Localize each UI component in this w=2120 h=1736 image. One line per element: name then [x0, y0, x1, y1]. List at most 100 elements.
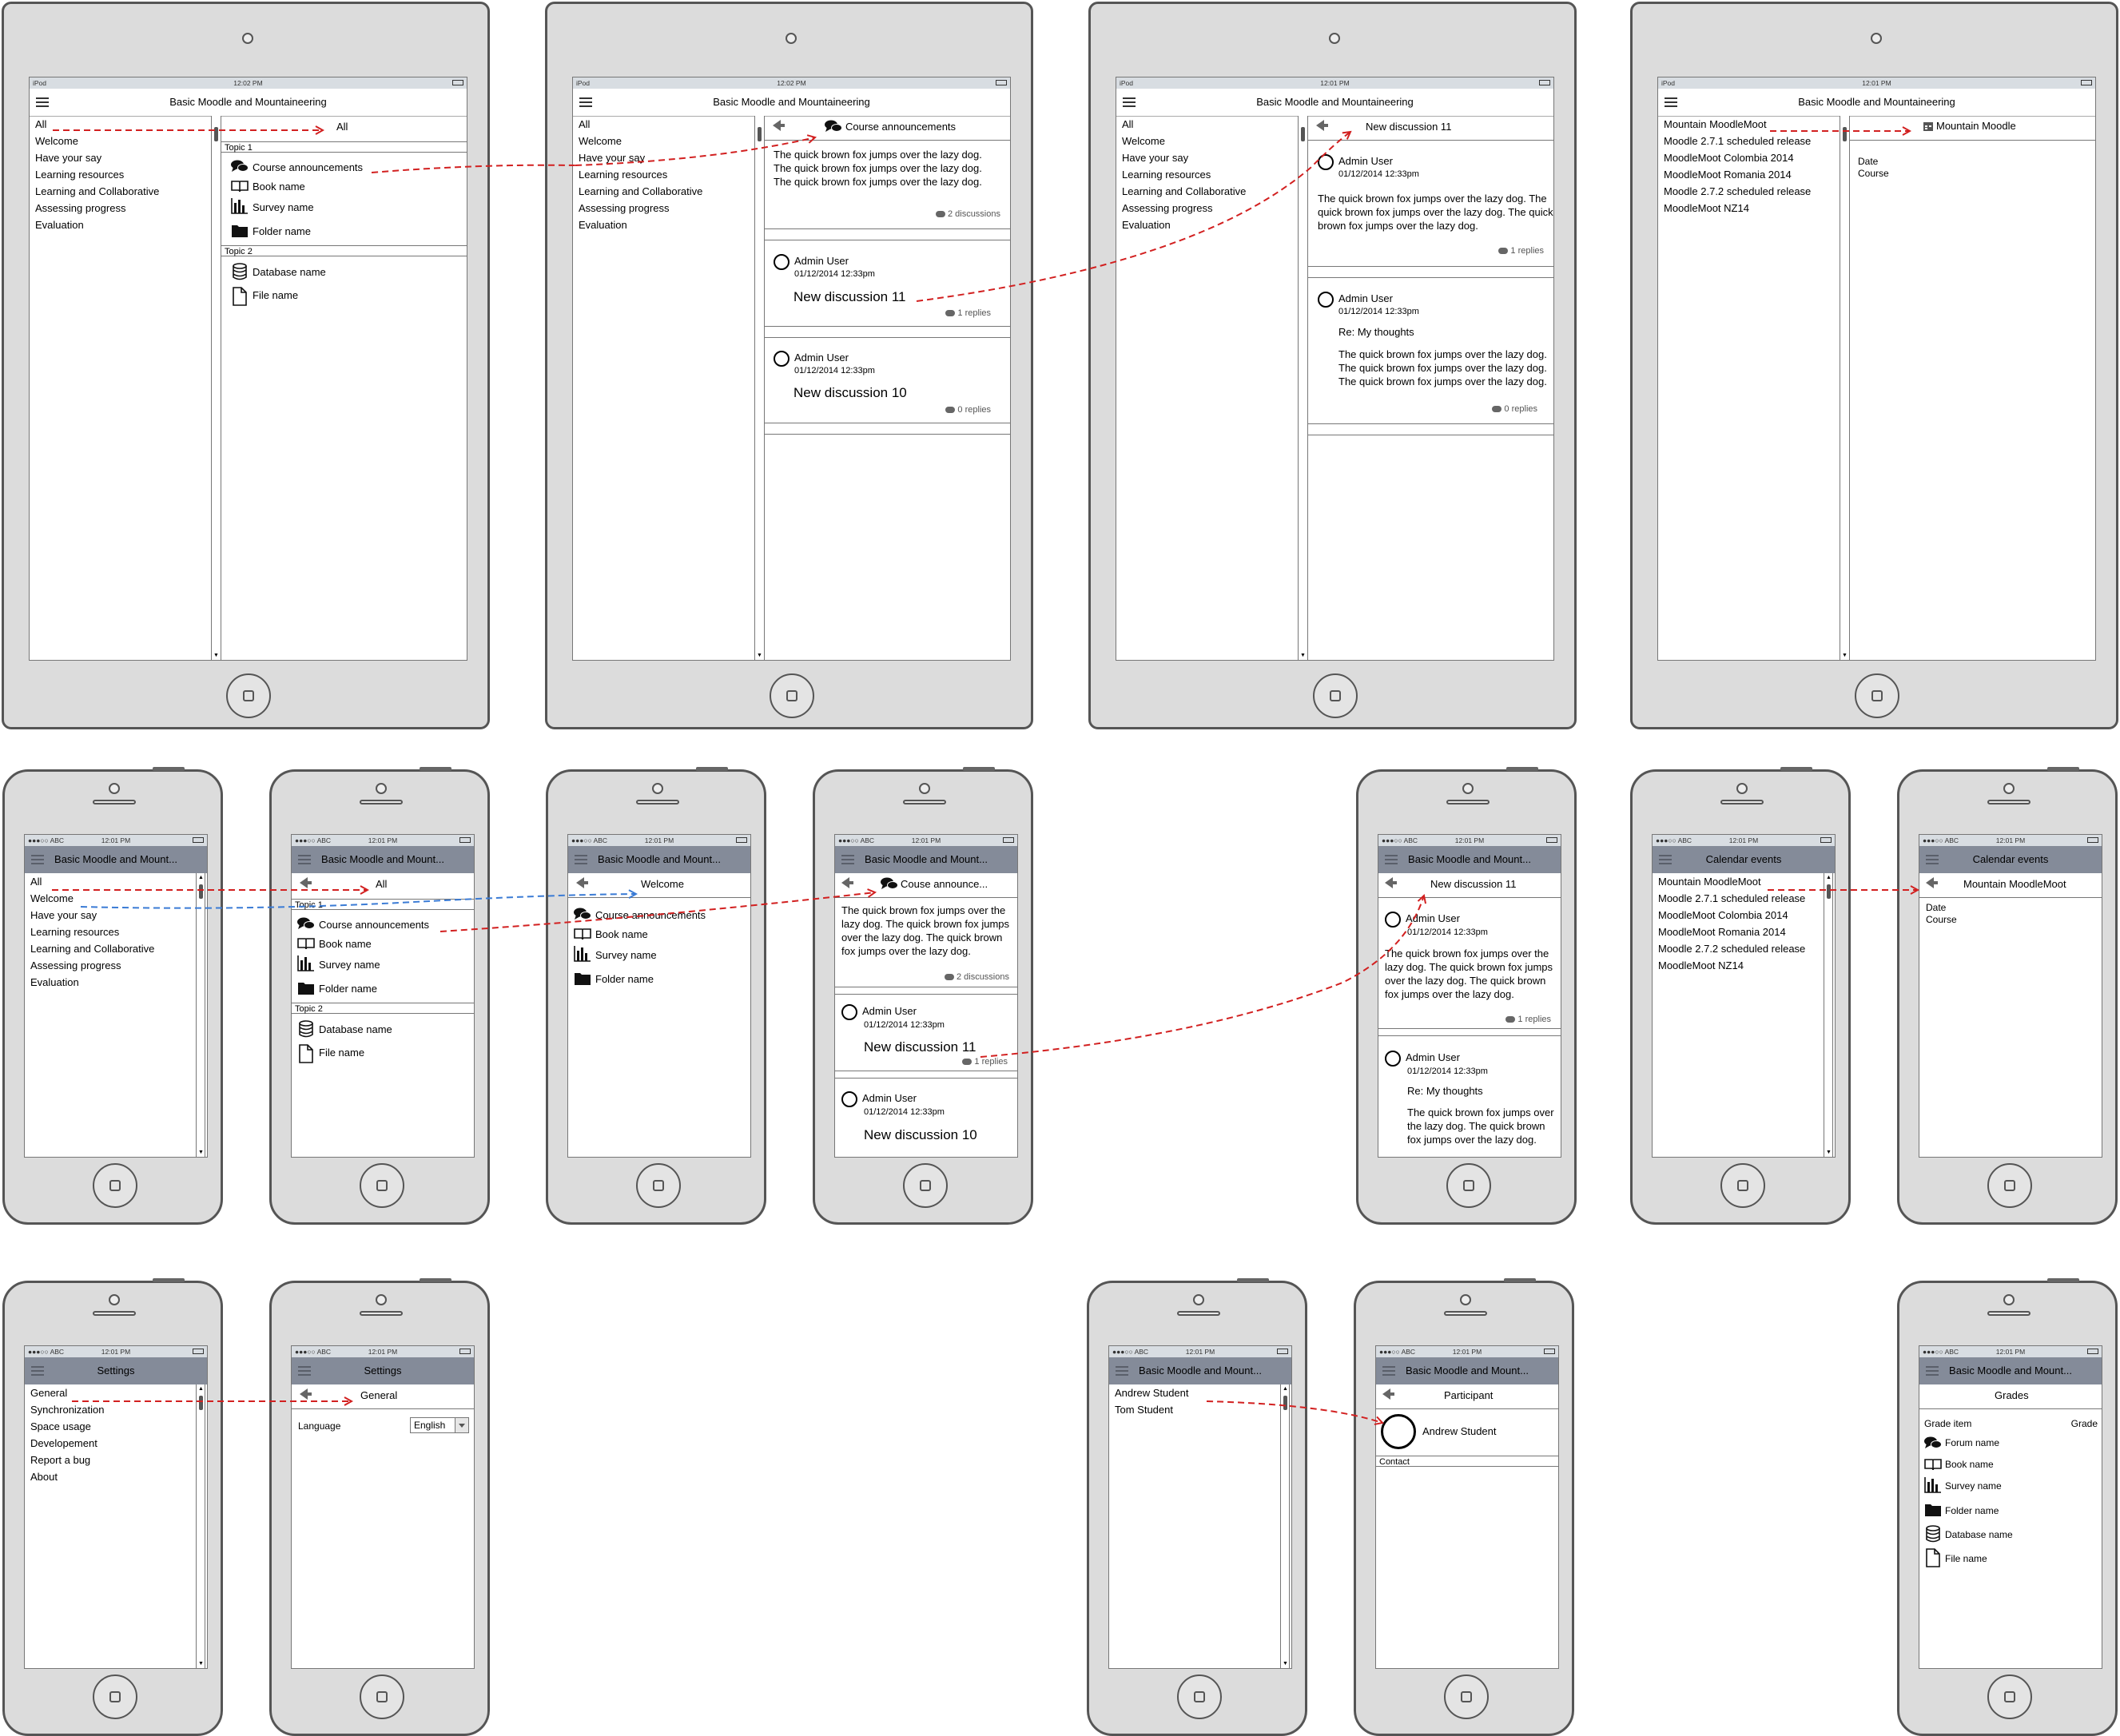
module-survey[interactable]: Survey name	[319, 959, 380, 971]
section-item-welcome[interactable]: Welcome	[30, 892, 74, 904]
section-item-welcome[interactable]: Welcome	[35, 135, 78, 147]
section-item-learning-resources[interactable]: Learning resources	[35, 169, 124, 181]
section-item-all[interactable]: All	[1122, 118, 1133, 130]
discussion-title[interactable]: New discussion 10	[864, 1127, 977, 1143]
section-item-all[interactable]: All	[579, 118, 590, 130]
scroll-up-icon[interactable]: ▲	[198, 875, 204, 880]
event-item[interactable]: MoodleMoot Romania 2014	[1664, 169, 1792, 181]
home-button[interactable]	[770, 673, 814, 718]
menu-icon[interactable]	[1659, 855, 1672, 864]
section-item-have-your-say[interactable]: Have your say	[579, 152, 645, 164]
scrollbar[interactable]: ▼	[1840, 116, 1850, 660]
event-item[interactable]: Mountain MoodleMoot	[1664, 118, 1767, 130]
menu-icon[interactable]	[298, 855, 311, 864]
section-item-assessing-progress[interactable]: Assessing progress	[579, 202, 669, 214]
section-item-evaluation[interactable]: Evaluation	[35, 219, 84, 231]
home-button[interactable]	[1177, 1674, 1222, 1719]
event-item[interactable]: Moodle 2.7.1 scheduled release	[1664, 135, 1811, 147]
section-item-have-your-say[interactable]: Have your say	[35, 152, 101, 164]
menu-icon[interactable]	[1116, 1366, 1128, 1376]
back-arrow-icon[interactable]	[576, 877, 588, 888]
settings-item-report-bug[interactable]: Report a bug	[30, 1454, 90, 1466]
settings-item-general[interactable]: General	[30, 1387, 67, 1399]
module-book[interactable]: Book name	[253, 181, 305, 193]
discussion-title[interactable]: New discussion 11	[794, 289, 905, 305]
back-arrow-icon[interactable]	[300, 1388, 312, 1400]
scroll-thumb[interactable]	[1283, 1396, 1287, 1410]
home-button[interactable]	[903, 1163, 948, 1208]
scrollbar[interactable]: ▲ ▼	[1824, 873, 1833, 1157]
home-button[interactable]	[360, 1674, 404, 1719]
section-item-welcome[interactable]: Welcome	[1122, 135, 1165, 147]
grade-item-folder[interactable]: Folder name	[1945, 1505, 1999, 1516]
scrollbar[interactable]: ▼	[212, 116, 221, 660]
section-item-learning-collaborative[interactable]: Learning and Collaborative	[30, 943, 154, 955]
event-item[interactable]: Moodle 2.7.1 scheduled release	[1658, 892, 1805, 904]
scroll-thumb[interactable]	[214, 127, 218, 141]
section-item-learning-collaborative[interactable]: Learning and Collaborative	[579, 185, 702, 197]
section-item-learning-resources[interactable]: Learning resources	[30, 926, 119, 938]
home-button[interactable]	[1313, 673, 1358, 718]
scrollbar[interactable]: ▲ ▼	[1280, 1384, 1290, 1668]
menu-icon[interactable]	[31, 1366, 44, 1376]
settings-item-space-usage[interactable]: Space usage	[30, 1420, 91, 1432]
scrollbar[interactable]: ▼	[1299, 116, 1308, 660]
home-button[interactable]	[1720, 1163, 1765, 1208]
event-item[interactable]: MoodleMoot Colombia 2014	[1658, 909, 1788, 921]
home-button[interactable]	[1987, 1163, 2032, 1208]
module-forum[interactable]: Course announcements	[253, 161, 363, 173]
section-item-assessing-progress[interactable]: Assessing progress	[30, 959, 121, 971]
home-button[interactable]	[226, 673, 271, 718]
home-button[interactable]	[1444, 1674, 1489, 1719]
scroll-down-icon[interactable]: ▼	[757, 653, 762, 658]
menu-icon[interactable]	[575, 855, 587, 864]
scroll-down-icon[interactable]: ▼	[198, 1661, 204, 1666]
scrollbar[interactable]: ▲ ▼	[196, 873, 205, 1157]
scrollbar[interactable]: ▼	[755, 116, 765, 660]
section-item-learning-resources[interactable]: Learning resources	[579, 169, 667, 181]
section-item-all[interactable]: All	[30, 876, 42, 888]
section-item-evaluation[interactable]: Evaluation	[30, 976, 79, 988]
back-arrow-icon[interactable]	[1926, 877, 1938, 888]
home-button[interactable]	[636, 1163, 681, 1208]
section-item-evaluation[interactable]: Evaluation	[1122, 219, 1171, 231]
scroll-down-icon[interactable]: ▼	[1842, 653, 1848, 658]
event-item[interactable]: Moodle 2.7.2 scheduled release	[1658, 943, 1805, 955]
scroll-thumb[interactable]	[199, 1396, 203, 1410]
grade-item-file[interactable]: File name	[1945, 1553, 1987, 1564]
module-forum[interactable]: Course announcements	[319, 919, 429, 931]
menu-icon[interactable]	[1665, 97, 1677, 107]
grade-item-book[interactable]: Book name	[1945, 1459, 1994, 1470]
scroll-down-icon[interactable]: ▼	[198, 1150, 204, 1155]
module-folder[interactable]: Folder name	[253, 225, 311, 237]
scroll-thumb[interactable]	[199, 884, 203, 899]
event-item[interactable]: Mountain MoodleMoot	[1658, 876, 1761, 888]
home-button[interactable]	[1855, 673, 1899, 718]
module-file[interactable]: File name	[319, 1047, 364, 1059]
scroll-up-icon[interactable]: ▲	[198, 1386, 204, 1392]
grade-item-forum[interactable]: Forum name	[1945, 1437, 1999, 1448]
home-button[interactable]	[1987, 1674, 2032, 1719]
module-database[interactable]: Database name	[319, 1023, 392, 1035]
back-arrow-icon[interactable]	[1382, 1388, 1394, 1400]
module-folder[interactable]: Folder name	[319, 983, 377, 995]
home-button[interactable]	[1446, 1163, 1491, 1208]
section-item-learning-collaborative[interactable]: Learning and Collaborative	[35, 185, 159, 197]
menu-icon[interactable]	[36, 97, 49, 107]
home-button[interactable]	[360, 1163, 404, 1208]
menu-icon[interactable]	[841, 855, 854, 864]
language-select[interactable]: English	[410, 1417, 469, 1433]
module-survey[interactable]: Survey name	[253, 201, 314, 213]
menu-icon[interactable]	[1382, 1366, 1395, 1376]
menu-icon[interactable]	[31, 855, 44, 864]
scroll-thumb[interactable]	[1301, 127, 1305, 141]
event-item[interactable]: MoodleMoot NZ14	[1658, 959, 1744, 971]
event-item[interactable]: MoodleMoot NZ14	[1664, 202, 1749, 214]
section-item-evaluation[interactable]: Evaluation	[579, 219, 627, 231]
discussion-title[interactable]: New discussion 11	[864, 1039, 976, 1055]
event-item[interactable]: Moodle 2.7.2 scheduled release	[1664, 185, 1811, 197]
scroll-up-icon[interactable]: ▲	[1826, 875, 1832, 880]
home-button[interactable]	[93, 1163, 137, 1208]
settings-item-synchronization[interactable]: Synchronization	[30, 1404, 105, 1416]
settings-item-about[interactable]: About	[30, 1471, 58, 1483]
